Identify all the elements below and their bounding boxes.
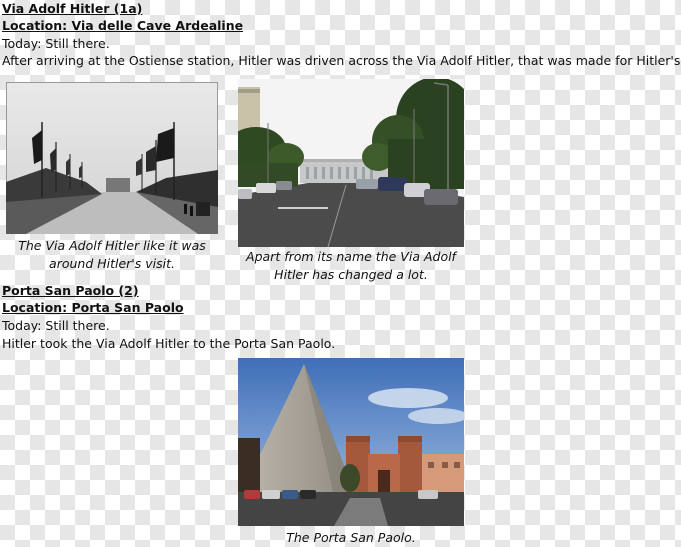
section1-location: Location: Via delle Cave Ardealine bbox=[2, 18, 244, 33]
section1-title: Via Adolf Hitler (1a) bbox=[2, 1, 143, 16]
old-photo-image bbox=[6, 82, 218, 234]
section1-today: Today: Still there. bbox=[2, 36, 110, 51]
modern-photo-caption-line1: Apart from its name the Via Adolf bbox=[246, 249, 456, 264]
section2-title: Porta San Paolo (2) bbox=[2, 283, 139, 298]
modern-photo-caption-line2: Hitler has changed a lot. bbox=[274, 267, 428, 282]
section1-text: After arriving at the Ostiense station, … bbox=[2, 53, 681, 68]
old-via-adolf-hitler-photo bbox=[6, 82, 218, 234]
section2-today: Today: Still there. bbox=[2, 318, 110, 333]
old-photo-caption-line2: around Hitler's visit. bbox=[49, 256, 175, 271]
porta-san-paolo-caption: The Porta San Paolo. bbox=[286, 530, 416, 545]
old-photo-caption: The Via Adolf Hitler like it was around … bbox=[6, 237, 218, 273]
porta-san-paolo-photo bbox=[238, 358, 464, 526]
modern-photo-caption: Apart from its name the Via Adolf Hitler… bbox=[238, 248, 464, 284]
section2-text: Hitler took the Via Adolf Hitler to the … bbox=[2, 336, 336, 351]
modern-via-adolf-hitler-photo bbox=[238, 79, 464, 247]
section2-location: Location: Porta San Paolo bbox=[2, 300, 184, 315]
porta-san-paolo-image bbox=[238, 358, 464, 526]
old-photo-caption-line1: The Via Adolf Hitler like it was bbox=[18, 238, 206, 253]
modern-photo-image bbox=[238, 79, 464, 247]
